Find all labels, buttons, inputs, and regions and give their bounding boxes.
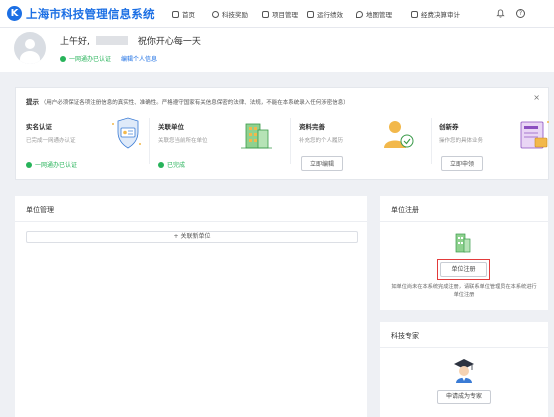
nav-item-label: 地图管理 — [366, 11, 392, 19]
map-icon — [356, 11, 363, 18]
panel-title: 单位管理 — [26, 206, 54, 214]
nav-item-awards[interactable]: 科技奖励 — [212, 9, 248, 19]
greeting-text: 上午好, 祝你开心每一天 — [60, 36, 201, 47]
greeting-panel: 上午好, 祝你开心每一天 一网通办已认证 编辑个人信息 — [0, 28, 554, 72]
nav-item-label: 首页 — [182, 11, 195, 19]
username-redacted — [95, 36, 128, 45]
building-icon — [455, 233, 471, 253]
nav-item-performance[interactable]: 运行绩效 — [307, 9, 343, 19]
avatar[interactable] — [14, 32, 46, 64]
bell-icon[interactable] — [496, 9, 505, 18]
nav-item-projects[interactable]: 项目管理 — [262, 9, 298, 19]
task-desc: 关联您当前所在单位 — [158, 138, 208, 144]
close-icon[interactable]: × — [533, 93, 540, 102]
profile-illustration — [384, 121, 414, 148]
app-title[interactable]: 上海市科技管理信息系统 — [26, 6, 155, 22]
task-realname: 实名认证 已完成一网通办认证 一网通办已认证 — [26, 110, 148, 174]
task-title: 创新券 — [439, 123, 459, 131]
task-title: 资料完善 — [299, 123, 325, 131]
notice-text: 提示 （用户必须保证各项注册信息的真实性、准确性。严格遵守国家有关信息保密的法律… — [26, 98, 349, 106]
nav-item-map[interactable]: 地图管理 — [356, 9, 392, 19]
apply-expert-button[interactable]: 申请成为专家 — [437, 390, 491, 404]
expert-panel: 科技专家 申请成为专家 — [380, 322, 548, 417]
task-title: 实名认证 — [26, 123, 52, 131]
top-nav-bar: K 上海市科技管理信息系统 首页 科技奖励 项目管理 运行绩效 地图管理 经费决… — [0, 0, 554, 28]
task-desc: 已完成一网通办认证 — [26, 138, 76, 144]
logo-icon[interactable]: K — [7, 6, 22, 21]
link-new-unit-button[interactable]: + 关联新单位 — [26, 231, 358, 243]
nav-item-audit[interactable]: 经费决算审计 — [411, 9, 460, 19]
unit-management-panel: 单位管理 + 关联新单位 — [15, 196, 367, 417]
expert-avatar-icon — [454, 359, 474, 383]
nav-item-label: 科技奖励 — [222, 11, 248, 19]
task-desc: 操作您的具体业务 — [439, 138, 484, 144]
task-link-unit: 关联单位 关联您当前所在单位 已完成 — [158, 110, 280, 174]
task-status: 已完成 — [158, 160, 185, 169]
task-voucher: 创新券 操作您的具体业务 立即申领 — [439, 110, 549, 174]
shield-id-illustration — [112, 117, 141, 149]
task-desc: 补充您的个人履历 — [299, 138, 344, 144]
panel-title: 单位注册 — [391, 206, 419, 214]
edit-profile-link[interactable]: 编辑个人信息 — [121, 56, 157, 63]
performance-icon — [307, 11, 314, 18]
task-status: 一网通办已认证 — [26, 160, 77, 169]
edit-now-button[interactable]: 立即编辑 — [301, 156, 344, 171]
project-icon — [262, 11, 269, 18]
notice-card: 提示 （用户必须保证各项注册信息的真实性、准确性。严格遵守国家有关信息保密的法律… — [15, 87, 549, 180]
unit-register-note: 如单位尚未在本系统完成注册，请联系单位管理员在本系统进行单位注册 — [391, 284, 537, 298]
unit-register-panel: 单位注册 单位注册 如单位尚未在本系统完成注册，请联系单位管理员在本系统进行单位… — [380, 196, 548, 310]
nav-item-label: 运行绩效 — [317, 11, 343, 19]
check-icon — [60, 56, 66, 62]
verified-status: 一网通办已认证 — [69, 56, 112, 63]
nav-item-home[interactable]: 首页 — [172, 9, 195, 19]
verification-row: 一网通办已认证 编辑个人信息 — [60, 54, 157, 63]
task-title: 关联单位 — [158, 123, 184, 131]
help-icon[interactable]: ? — [516, 9, 525, 18]
unit-register-button[interactable]: 单位注册 — [440, 262, 487, 277]
building-illustration — [241, 123, 272, 149]
nav-item-label: 项目管理 — [272, 11, 298, 19]
home-icon — [172, 11, 179, 18]
nav-item-label: 经费决算审计 — [421, 11, 460, 19]
claim-now-button[interactable]: 立即申领 — [441, 156, 484, 171]
check-icon — [26, 162, 32, 168]
trophy-icon — [212, 11, 219, 18]
audit-icon — [411, 11, 418, 18]
check-icon — [158, 162, 164, 168]
panel-title: 科技专家 — [391, 332, 419, 340]
voucher-illustration — [520, 121, 549, 149]
task-profile: 资料完善 补充您的个人履历 立即编辑 — [299, 110, 421, 174]
